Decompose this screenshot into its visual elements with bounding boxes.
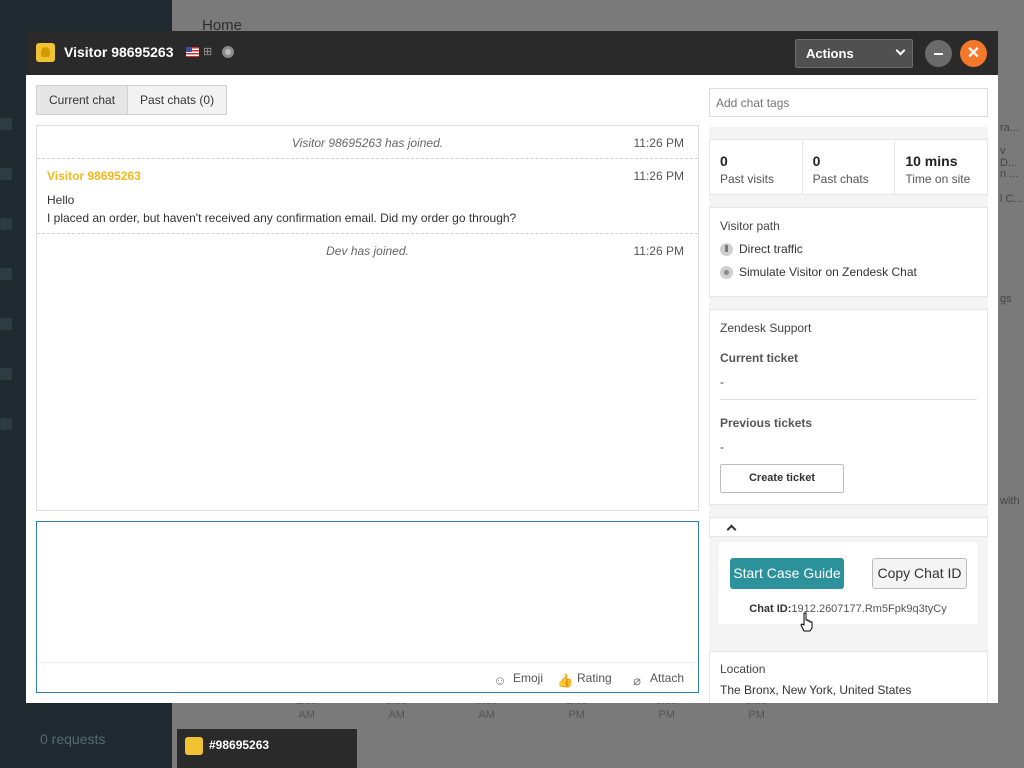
actions-dropdown[interactable]: Actions	[795, 39, 913, 68]
previous-tickets-label: Previous tickets	[720, 416, 813, 430]
chevron-up-icon[interactable]	[726, 524, 737, 535]
tab-past-chats[interactable]: Past chats (0)	[128, 86, 226, 114]
visitor-avatar-icon	[185, 737, 203, 755]
actions-label: Actions	[806, 46, 854, 61]
attach-label: Attach	[650, 671, 685, 685]
message-sender: Visitor 98695263	[47, 169, 141, 183]
system-message-text: Visitor 98695263 has joined.	[291, 136, 444, 150]
chat-id: Chat ID:1912.2607177.Rm5Fpk9q3tyCy	[719, 603, 977, 615]
rating-label: Rating	[577, 671, 612, 685]
collapse-bar[interactable]	[709, 517, 988, 537]
visitor-stats: 0 Past visits 0 Past chats 10 mins Time …	[709, 139, 988, 195]
composer-toolbar: ☺ Emoji 👍 Rating ⌀ Attach	[37, 662, 698, 692]
path-item[interactable]: Simulate Visitor on Zendesk Chat	[720, 265, 977, 279]
bg-snippet: n ...	[1000, 168, 1019, 180]
start-case-guide-button[interactable]: Start Case Guide	[730, 558, 844, 589]
emoji-button[interactable]: ☺ Emoji	[493, 671, 543, 688]
message-time: 11:26 PM	[633, 169, 684, 183]
location-value: The Bronx, New York, United States	[720, 683, 912, 697]
stat-past-chats: 0 Past chats	[803, 140, 896, 194]
system-message-text: Dev has joined.	[326, 244, 409, 258]
stat-label: Past chats	[812, 172, 869, 186]
tab-current-chat[interactable]: Current chat	[37, 86, 129, 114]
stat-past-visits: 0 Past visits	[710, 140, 803, 194]
support-title: Zendesk Support	[720, 321, 812, 335]
emoji-label: Emoji	[513, 671, 544, 685]
location-panel: Location The Bronx, New York, United Sta…	[709, 651, 988, 703]
monitor-icon	[0, 318, 12, 330]
case-guide-panel: Start Case Guide Copy Chat ID Chat ID:19…	[719, 542, 977, 624]
chat-tabs: Current chat Past chats (0)	[36, 85, 228, 115]
arrow-down-icon	[720, 242, 733, 256]
taskbar-label: #98695263	[209, 738, 270, 752]
visitor-message: Visitor 98695263 11:26 PM Hello I placed…	[37, 159, 698, 234]
message-text: Hello	[47, 193, 75, 207]
stat-label: Time on site	[905, 172, 971, 186]
chat-window: Visitor 98695263 ⊞ Actions ✕ Current cha…	[26, 31, 998, 703]
bg-snippet: v D...	[1000, 145, 1018, 169]
stat-time-on-site: 10 mins Time on site	[895, 140, 987, 194]
hand-cursor-icon	[800, 612, 813, 632]
divider	[720, 399, 977, 400]
message-time: 11:26 PM	[633, 244, 684, 258]
stat-label: Past visits	[720, 172, 775, 186]
visitors-icon	[0, 168, 12, 180]
chevron-down-icon	[895, 45, 906, 56]
us-flag-icon	[186, 47, 199, 57]
close-button[interactable]: ✕	[960, 40, 987, 67]
zendesk-support-panel: Zendesk Support Current ticket - Previou…	[709, 309, 988, 505]
settings-icon	[0, 368, 12, 380]
chat-id-value: 1912.2607177.Rm5Fpk9q3tyCy	[791, 603, 947, 615]
path-item: Direct traffic	[720, 242, 977, 256]
system-message: Dev has joined. 11:26 PM	[37, 234, 698, 267]
path-item-label: Simulate Visitor on Zendesk Chat	[739, 265, 917, 279]
message-time: 11:26 PM	[633, 136, 684, 150]
message-input[interactable]	[37, 522, 698, 662]
bg-snippet: ra...	[1000, 122, 1019, 134]
message-text: I placed an order, but haven't received …	[47, 211, 517, 225]
windows-icon: ⊞	[203, 46, 213, 58]
requests-count: 0 requests	[40, 731, 106, 747]
current-ticket-label: Current ticket	[720, 351, 799, 365]
history-icon	[0, 218, 12, 230]
system-message: Visitor 98695263 has joined. 11:26 PM	[37, 126, 698, 159]
visitor-path-panel: Visitor path Direct traffic Simulate Vis…	[709, 207, 988, 297]
chrome-icon	[222, 46, 234, 58]
bg-snippet: l C...	[1000, 193, 1023, 205]
chat-id-label: Chat ID:	[749, 603, 792, 615]
visitor-path-title: Visitor path	[720, 219, 780, 233]
chat-tags-input[interactable]	[709, 88, 988, 117]
rating-button[interactable]: 👍 Rating	[557, 671, 612, 688]
emoji-icon: ☺	[493, 673, 507, 688]
chat-titlebar[interactable]: Visitor 98695263 ⊞ Actions ✕	[26, 31, 998, 75]
minimize-button[interactable]	[925, 40, 952, 67]
chat-transcript: Visitor 98695263 has joined. 11:26 PM Vi…	[36, 125, 699, 511]
paperclip-icon: ⌀	[633, 673, 641, 688]
stat-value: 0	[812, 153, 821, 169]
thumbs-up-icon: 👍	[557, 673, 574, 688]
previous-tickets-value: -	[720, 440, 724, 454]
create-ticket-button[interactable]: Create ticket	[720, 464, 844, 493]
home-icon	[0, 118, 12, 130]
close-icon: ✕	[966, 45, 981, 62]
message-composer: ☺ Emoji 👍 Rating ⌀ Attach	[36, 521, 699, 693]
bg-snippet: gs	[1000, 293, 1012, 305]
current-ticket-value: -	[720, 375, 724, 389]
location-title: Location	[720, 662, 766, 676]
chat-taskbar-tab[interactable]: #98695263	[177, 729, 357, 768]
copy-chat-id-button[interactable]: Copy Chat ID	[872, 558, 967, 589]
attach-button[interactable]: ⌀ Attach	[630, 671, 684, 688]
help-icon	[0, 418, 12, 430]
bg-snippet: with	[1000, 495, 1020, 507]
stat-value: 10 mins	[905, 153, 958, 169]
page-dot-icon	[720, 265, 733, 279]
path-item-label: Direct traffic	[739, 242, 803, 256]
visitor-avatar-icon	[36, 43, 55, 62]
chat-title: Visitor 98695263	[64, 44, 174, 60]
stat-value: 0	[720, 153, 728, 169]
analytics-icon	[0, 268, 12, 280]
